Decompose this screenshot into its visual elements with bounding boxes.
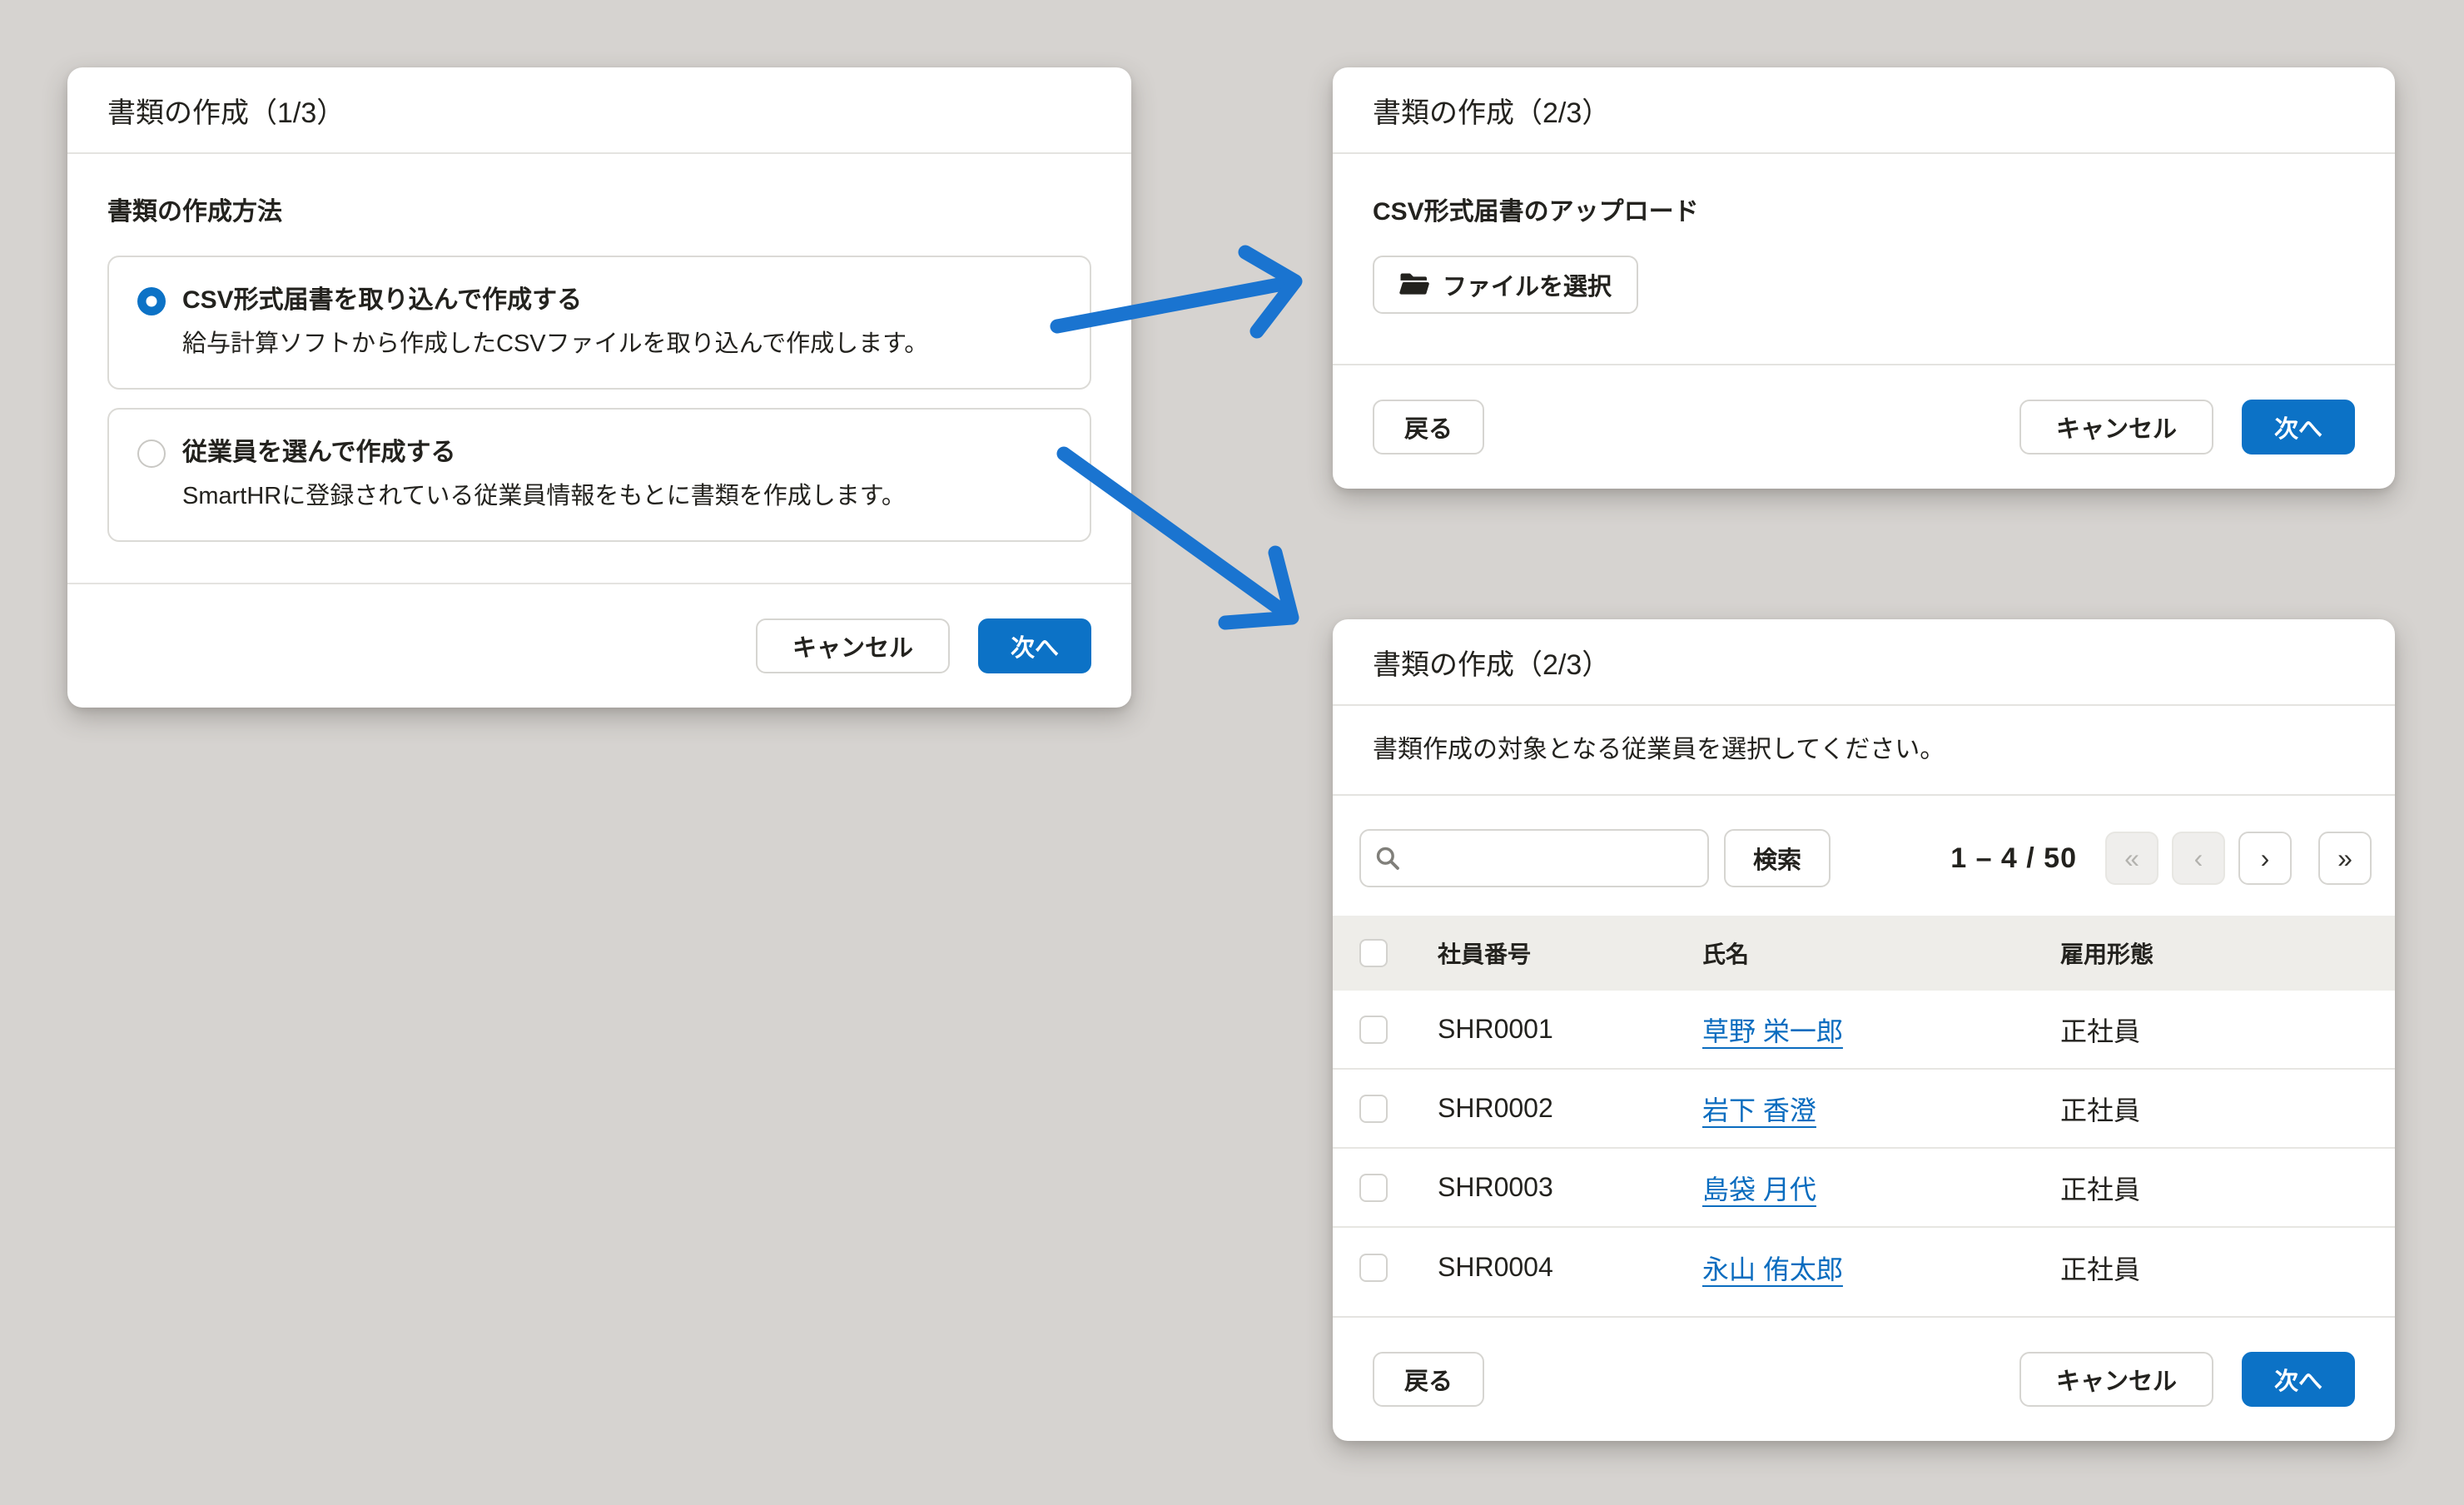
dialog-step1-body: 書類の作成方法 CSV形式届書を取り込んで作成する 給与計算ソフトから作成したC… (67, 154, 1131, 542)
option-select-employees[interactable]: 従業員を選んで作成する SmartHRに登録されている従業員情報をもとに書類を作… (107, 408, 1091, 542)
employment-type: 正社員 (2060, 1011, 2355, 1049)
column-header-name: 氏名 (1702, 936, 2060, 970)
radio-unselected-icon[interactable] (137, 440, 166, 468)
table-row: SHR0004 永山 侑太郎 正社員 (1333, 1228, 2395, 1307)
chevron-left-icon: ‹ (2194, 843, 2203, 874)
option-select-employees-texts: 従業員を選んで作成する SmartHRに登録されている従業員情報をもとに書類を作… (182, 436, 906, 514)
creation-method-label: 書類の作成方法 (107, 191, 1091, 227)
option-csv-import[interactable]: CSV形式届書を取り込んで作成する 給与計算ソフトから作成したCSVファイルを取… (107, 256, 1091, 390)
dialog-step1-footer: キャンセル 次へ (67, 583, 1131, 708)
dialog-employee-select: 書類の作成（2/3） 書類作成の対象となる従業員を選択してください。 検索 1 … (1333, 619, 2395, 1441)
dialog-title: 書類の作成（1/3） (107, 90, 345, 131)
option-description: 給与計算ソフトから作成したCSVファイルを取り込んで作成します。 (182, 326, 928, 361)
employee-name-link[interactable]: 永山 侑太郎 (1702, 1249, 2060, 1287)
option-label: CSV形式届書を取り込んで作成する (182, 284, 928, 316)
dialog-employee-select-footer: 戻る キャンセル 次へ (1333, 1316, 2395, 1441)
employee-name-link[interactable]: 岩下 香澄 (1702, 1090, 2060, 1128)
column-header-employment-type: 雇用形態 (2060, 936, 2355, 970)
prev-page-button[interactable]: ‹ (2172, 832, 2225, 885)
double-chevron-left-icon: « (2124, 843, 2139, 874)
row-checkbox[interactable] (1359, 1016, 1388, 1044)
back-button[interactable]: 戻る (1373, 400, 1484, 454)
row-checkbox[interactable] (1359, 1174, 1388, 1202)
file-select-button[interactable]: ファイルを選択 (1373, 256, 1638, 314)
dialog-step1-header: 書類の作成（1/3） (67, 67, 1131, 154)
table-row: SHR0002 岩下 香澄 正社員 (1333, 1070, 2395, 1149)
dialog-step1: 書類の作成（1/3） 書類の作成方法 CSV形式届書を取り込んで作成する 給与計… (67, 67, 1131, 708)
dialog-csv-upload-footer: 戻る キャンセル 次へ (1333, 364, 2395, 489)
radio-selected-icon[interactable] (137, 287, 166, 315)
column-header-employee-id: 社員番号 (1438, 936, 1702, 970)
employee-table: 社員番号 氏名 雇用形態 SHR0001 草野 栄一郎 正社員 SHR0002 … (1333, 916, 2395, 1307)
double-chevron-right-icon: » (2337, 843, 2352, 874)
folder-open-icon (1399, 272, 1429, 297)
last-page-button[interactable]: » (2318, 832, 2372, 885)
search-button[interactable]: 検索 (1724, 829, 1831, 887)
employee-id: SHR0002 (1438, 1093, 1702, 1124)
employee-table-header: 社員番号 氏名 雇用形態 (1333, 916, 2395, 991)
employee-id: SHR0001 (1438, 1014, 1702, 1045)
dialog-csv-upload: 書類の作成（2/3） CSV形式届書のアップロード ファイルを選択 戻る キャン… (1333, 67, 2395, 489)
employee-name-link[interactable]: 島袋 月代 (1702, 1169, 2060, 1207)
next-button[interactable]: 次へ (978, 618, 1091, 673)
dialog-employee-select-header: 書類の作成（2/3） (1333, 619, 2395, 706)
search-icon (1374, 845, 1401, 872)
dialog-csv-upload-header: 書類の作成（2/3） (1333, 67, 2395, 154)
employment-type: 正社員 (2060, 1249, 2355, 1287)
row-checkbox[interactable] (1359, 1254, 1388, 1282)
option-label: 従業員を選んで作成する (182, 436, 906, 469)
pagination-range: 1 – 4 / 50 (1950, 842, 2077, 875)
option-csv-import-texts: CSV形式届書を取り込んで作成する 給与計算ソフトから作成したCSVファイルを取… (182, 284, 928, 361)
cancel-button[interactable]: キャンセル (756, 618, 950, 673)
first-page-button[interactable]: « (2105, 832, 2158, 885)
table-row: SHR0001 草野 栄一郎 正社員 (1333, 991, 2395, 1070)
employee-search-toolbar: 検索 1 – 4 / 50 « ‹ › » (1333, 796, 2395, 916)
employee-id: SHR0004 (1438, 1252, 1702, 1283)
cancel-button[interactable]: キャンセル (2019, 400, 2213, 454)
employment-type: 正社員 (2060, 1090, 2355, 1128)
chevron-right-icon: › (2261, 843, 2270, 874)
dialog-csv-upload-body: CSV形式届書のアップロード ファイルを選択 (1333, 154, 2395, 314)
row-checkbox[interactable] (1359, 1095, 1388, 1123)
select-all-checkbox[interactable] (1359, 939, 1388, 967)
cancel-button[interactable]: キャンセル (2019, 1352, 2213, 1407)
employee-name-link[interactable]: 草野 栄一郎 (1702, 1011, 2060, 1049)
back-button[interactable]: 戻る (1373, 1352, 1484, 1407)
dialog-title: 書類の作成（2/3） (1373, 642, 1610, 683)
option-description: SmartHRに登録されている従業員情報をもとに書類を作成します。 (182, 479, 906, 514)
dialog-description: 書類作成の対象となる従業員を選択してください。 (1333, 706, 2395, 796)
employment-type: 正社員 (2060, 1169, 2355, 1207)
next-page-button[interactable]: › (2238, 832, 2292, 885)
table-row: SHR0003 島袋 月代 正社員 (1333, 1149, 2395, 1228)
upload-section-label: CSV形式届書のアップロード (1373, 191, 1699, 227)
screen: 書類の作成（1/3） 書類の作成方法 CSV形式届書を取り込んで作成する 給与計… (0, 0, 2464, 1505)
search-input[interactable] (1359, 829, 1709, 887)
dialog-title: 書類の作成（2/3） (1373, 90, 1610, 131)
next-button[interactable]: 次へ (2242, 400, 2355, 454)
next-button[interactable]: 次へ (2242, 1352, 2355, 1407)
search-field-wrap (1359, 829, 1709, 887)
file-select-label: ファイルを選択 (1443, 267, 1612, 302)
employee-id: SHR0003 (1438, 1172, 1702, 1203)
